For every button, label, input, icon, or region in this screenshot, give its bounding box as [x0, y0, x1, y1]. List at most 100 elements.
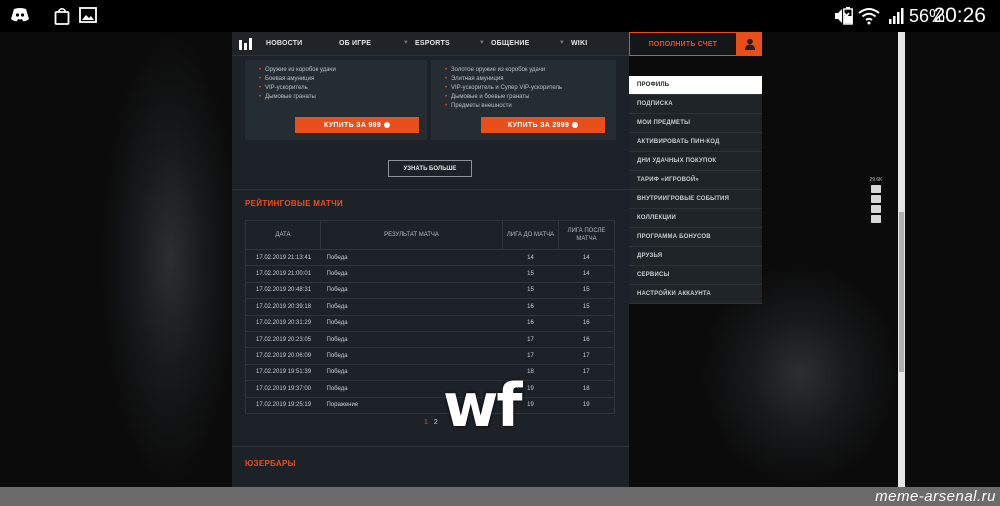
nav-news-label: НОВОСТИ	[266, 40, 303, 47]
offer-item: Боевая амуниция	[259, 75, 413, 84]
cell-result: Победа	[320, 265, 503, 283]
account-button[interactable]	[737, 32, 762, 56]
scrollbar-thumb[interactable]	[899, 212, 904, 372]
user-icon	[744, 38, 755, 50]
account-menu-item[interactable]: ДРУЗЬЯ	[629, 247, 762, 266]
vk-icon[interactable]	[871, 205, 881, 213]
cell-date: 17.02.2019 21:00:01	[245, 265, 321, 283]
table-header-row: ДАТА РЕЗУЛЬТАТ МАТЧА ЛИГА ДО МАТЧА ЛИГА …	[245, 220, 615, 250]
cell-league-after: 15	[558, 298, 615, 316]
account-menu-item[interactable]: КОЛЛЕКЦИИ	[629, 209, 762, 228]
cell-date: 17.02.2019 20:23:05	[245, 331, 321, 349]
facebook-icon[interactable]	[871, 195, 881, 203]
logo-icon	[239, 37, 252, 50]
ranked-matches-table: ДАТА РЕЗУЛЬТАТ МАТЧА ЛИГА ДО МАТЧА ЛИГА …	[245, 220, 615, 414]
buy-999-button[interactable]: КУПИТЬ ЗА 999	[295, 117, 419, 133]
table-row: 17.02.2019 19:37:00 Победа 19 18	[245, 380, 615, 398]
meme-caption: wf	[443, 371, 523, 441]
nav-community[interactable]: ОБЩЕНИЕ ▼	[491, 32, 571, 56]
nav-about[interactable]: ОБ ИГРЕ ▼	[339, 32, 415, 56]
column-header-league-before: ЛИГА ДО МАТЧА	[502, 220, 559, 250]
column-header-league-after: ЛИГА ПОСЛЕ МАТЧА	[558, 220, 615, 250]
offer-item: Предметы внешности	[445, 102, 602, 111]
cell-result: Победа	[320, 331, 503, 349]
table-row: 17.02.2019 20:39:18 Победа 16 15	[245, 298, 615, 316]
offer-item: VIP-ускоритель и Супер VIP-ускоритель	[445, 84, 602, 93]
cell-result: Победа	[320, 315, 503, 332]
buy-999-label: КУПИТЬ ЗА 999	[323, 121, 382, 129]
nav-esports[interactable]: ESPORTS ▼	[415, 32, 491, 56]
account-menu-item[interactable]: МОИ ПРЕДМЕТЫ	[629, 114, 762, 133]
cell-league-before: 15	[502, 282, 559, 300]
cell-date: 17.02.2019 19:51:39	[245, 364, 321, 382]
nav-about-label: ОБ ИГРЕ	[339, 40, 372, 47]
twitter-icon[interactable]	[871, 185, 881, 193]
status-bar: 56% 20:26	[0, 0, 1000, 32]
table-row: 17.02.2019 21:13:41 Победа 14 14	[245, 249, 615, 267]
account-menu-item[interactable]: НАСТРОЙКИ АККАУНТА	[629, 285, 762, 304]
account-menu-item[interactable]: ТАРИФ «ИГРОВОЙ»	[629, 171, 762, 190]
cell-result: Победа	[320, 347, 503, 365]
watermark: meme-arsenal.ru	[875, 488, 996, 505]
cell-league-before: 16	[502, 298, 559, 316]
page-link-1[interactable]: 1	[424, 419, 428, 426]
cell-league-after: 16	[558, 315, 615, 332]
nav-wiki[interactable]: WIKI	[571, 32, 611, 56]
offer-item: Оружие из коробок удачи	[259, 66, 413, 75]
account-menu-item[interactable]: АКТИВИРОВАТЬ ПИН-КОД	[629, 133, 762, 152]
chevron-down-icon: ▼	[402, 39, 409, 46]
offer-list-premium: Золотое оружие из коробок удачи Элитная …	[431, 60, 616, 117]
buy-2999-button[interactable]: КУПИТЬ ЗА 2999	[481, 117, 605, 133]
cell-date: 17.02.2019 20:06:09	[245, 347, 321, 365]
offer-item: VIP-ускоритель	[259, 84, 413, 93]
offer-item: Дымовые гранаты	[259, 93, 413, 102]
cell-league-before: 15	[502, 265, 559, 283]
scrollbar[interactable]	[898, 32, 905, 487]
share-count: 29.6K	[869, 177, 883, 183]
odnoklassniki-icon[interactable]	[871, 215, 881, 223]
column-header-result: РЕЗУЛЬТАТ МАТЧА	[320, 220, 503, 250]
table-row: 17.02.2019 20:06:09 Победа 17 17	[245, 347, 615, 365]
cell-date: 17.02.2019 19:25:19	[245, 397, 321, 414]
account-menu-item[interactable]: ДНИ УДАЧНЫХ ПОКУПОК	[629, 152, 762, 171]
page-link-2[interactable]: 2	[434, 419, 438, 426]
match-rows: 17.02.2019 21:13:41 Победа 14 14 17.02.2019 …	[245, 249, 615, 414]
nav-community-label: ОБЩЕНИЕ	[491, 40, 530, 47]
cell-league-after: 19	[558, 397, 615, 414]
top-navigation: НОВОСТИ ОБ ИГРЕ ▼ ESPORTS ▼ ОБЩЕНИЕ ▼ WIKI	[232, 32, 629, 56]
cell-result: Победа	[320, 298, 503, 316]
column-header-date: ДАТА	[245, 220, 321, 250]
nav-news[interactable]: НОВОСТИ	[260, 32, 339, 56]
cell-league-after: 18	[558, 380, 615, 398]
account-menu-item[interactable]: ВНУТРИИГРОВЫЕ СОБЫТИЯ	[629, 190, 762, 209]
account-menu-item[interactable]: ПРОГРАММА БОНУСОВ	[629, 228, 762, 247]
cell-league-after: 15	[558, 282, 615, 300]
offer-list-basic: Оружие из коробок удачи Боевая амуниция …	[245, 60, 427, 108]
account-menu-item[interactable]: ПОДПИСКА	[629, 95, 762, 114]
chevron-down-icon: ▼	[558, 39, 565, 46]
topup-balance-button[interactable]: ПОПОЛНИТЬ СЧЕТ	[629, 32, 737, 56]
cell-date: 17.02.2019 20:48:31	[245, 282, 321, 300]
account-menu-item[interactable]: СЕРВИСЫ	[629, 266, 762, 285]
table-row: 17.02.2019 20:31:29 Победа 16 16	[245, 315, 615, 332]
divider	[232, 446, 629, 447]
cell-league-after: 14	[558, 249, 615, 267]
chevron-down-icon: ▼	[478, 39, 485, 46]
learn-more-button[interactable]: УЗНАТЬ БОЛЬШЕ	[388, 160, 472, 177]
nav-esports-label: ESPORTS	[415, 40, 450, 47]
offer-item: Элитная амуниция	[445, 75, 602, 84]
table-row: 17.02.2019 19:25:19 Поражение 19 19	[245, 397, 615, 414]
battery-icon	[843, 7, 853, 25]
account-menu-item[interactable]: ПРОФИЛЬ	[629, 76, 762, 95]
clock: 20:26	[933, 4, 986, 27]
watermark-bar	[0, 487, 1000, 506]
buy-2999-label: КУПИТЬ ЗА 2999	[507, 121, 570, 129]
warface-logo[interactable]	[232, 32, 260, 56]
cell-result: Победа	[320, 249, 503, 267]
table-row: 17.02.2019 21:00:01 Победа 15 14	[245, 265, 615, 283]
background-art-left	[100, 32, 240, 487]
cell-league-before: 14	[502, 249, 559, 267]
offer-item: Дымовые и боевые гранаты	[445, 93, 602, 102]
cell-league-after: 14	[558, 265, 615, 283]
pagination: 1 2	[424, 419, 438, 426]
